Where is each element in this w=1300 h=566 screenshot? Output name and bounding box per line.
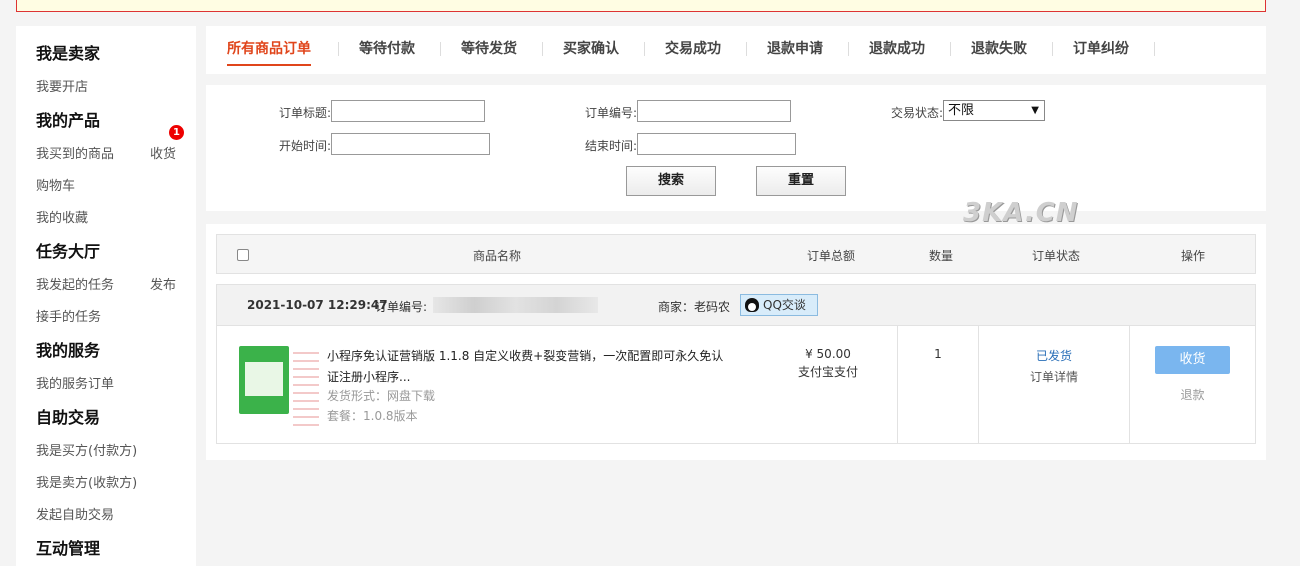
column-order-status: 订单状态 <box>1031 249 1080 263</box>
status-select-value: 不限 <box>948 103 975 118</box>
sidebar-item-receive[interactable]: 收货 <box>150 143 176 162</box>
select-all-checkbox[interactable] <box>237 249 249 261</box>
reset-button[interactable]: 重置 <box>756 166 846 196</box>
order-header: 2021-10-07 12:29:47 订单编号: 商家：老码农 QQ交谈 <box>216 284 1256 326</box>
order-no-label: 订单编号: <box>584 106 637 120</box>
sidebar-item-buyer[interactable]: 我是买方(付款方) <box>36 440 137 459</box>
product-name-link[interactable]: 小程序免认证营销版 1.1.8 自定义收费+裂变营销，一次配置即可永久免认证注册… <box>327 346 727 388</box>
column-order-total: 订单总额 <box>806 249 855 263</box>
notification-badge: 1 <box>169 125 184 140</box>
qq-penguin-icon <box>745 298 759 312</box>
sidebar-item-cart[interactable]: 购物车 <box>36 175 75 194</box>
sidebar-title-tasks: 任务大厅 <box>36 242 101 261</box>
refund-link[interactable]: 退款 <box>1155 386 1230 403</box>
order-tabs: 所有商品订单 等待付款 等待发货 买家确认 交易成功 退款申请 退款成功 退款失… <box>206 26 1266 74</box>
column-actions: 操作 <box>1180 249 1205 263</box>
tab-trade-success[interactable]: 交易成功 <box>665 38 721 64</box>
order-detail-link[interactable]: 订单详情 <box>1004 368 1104 385</box>
sidebar-item-favorites[interactable]: 我的收藏 <box>36 207 88 226</box>
sidebar-item-taken-tasks[interactable]: 接手的任务 <box>36 306 101 325</box>
order-quantity: 1 <box>934 347 942 361</box>
tab-divider <box>950 42 951 56</box>
tab-all-orders[interactable]: 所有商品订单 <box>227 38 311 66</box>
orders-panel: 商品名称 订单总额 数量 订单状态 操作 2021-10-07 12:29:47… <box>206 224 1266 460</box>
sidebar-title-interaction: 互动管理 <box>36 539 101 558</box>
sidebar-item-open-shop[interactable]: 我要开店 <box>36 76 88 95</box>
end-time-input[interactable] <box>637 133 796 155</box>
tab-divider <box>746 42 747 56</box>
sidebar-title-self-trade: 自助交易 <box>36 408 101 427</box>
column-product-name: 商品名称 <box>472 249 521 263</box>
thumbnail-phone-graphic <box>239 346 289 414</box>
package-info: 套餐：1.0.8版本 <box>327 409 418 423</box>
tab-await-payment[interactable]: 等待付款 <box>359 38 415 64</box>
table-row: 小程序免认证营销版 1.1.8 自定义收费+裂变营销，一次配置即可永久免认证注册… <box>216 326 1256 444</box>
qq-chat-button[interactable]: QQ交谈 <box>740 294 818 316</box>
qq-chat-label: QQ交谈 <box>763 298 806 312</box>
column-divider <box>1129 326 1130 443</box>
tab-refund-request[interactable]: 退款申请 <box>767 38 823 64</box>
sidebar-title-products: 我的产品 <box>36 111 101 130</box>
column-divider <box>978 326 979 443</box>
notice-bar <box>16 0 1266 12</box>
sidebar-title-seller: 我是卖家 <box>36 44 101 63</box>
order-no-redacted <box>433 297 598 313</box>
start-time-input[interactable] <box>331 133 490 155</box>
order-no-label: 订单编号: <box>375 300 428 314</box>
tab-await-shipping[interactable]: 等待发货 <box>461 38 517 64</box>
pay-method: 支付宝支付 <box>797 365 858 379</box>
sidebar-title-services: 我的服务 <box>36 341 101 360</box>
sidebar-item-my-tasks[interactable]: 我发起的任务 <box>36 274 114 293</box>
sidebar-item-seller[interactable]: 我是卖方(收款方) <box>36 472 137 491</box>
tab-refund-success[interactable]: 退款成功 <box>869 38 925 64</box>
sidebar: 我是卖家 我要开店 我的产品 我买到的商品 收货 1 购物车 我的收藏 任务大厅… <box>16 26 196 566</box>
tab-disputes[interactable]: 订单纠纷 <box>1073 38 1129 64</box>
table-header: 商品名称 订单总额 数量 订单状态 操作 <box>216 234 1256 274</box>
sidebar-item-publish[interactable]: 发布 <box>150 274 176 293</box>
column-quantity: 数量 <box>928 249 953 263</box>
sidebar-item-bought[interactable]: 我买到的商品 <box>36 143 114 162</box>
end-time-label: 结束时间: <box>584 139 637 153</box>
tab-divider <box>1052 42 1053 56</box>
tab-divider <box>440 42 441 56</box>
seller-name: 商家：老码农 <box>658 300 731 314</box>
receive-button[interactable]: 收货 <box>1155 346 1230 374</box>
sidebar-item-start-trade[interactable]: 发起自助交易 <box>36 504 114 523</box>
order-status: 已发货 <box>1035 349 1072 363</box>
search-button[interactable]: 搜索 <box>626 166 716 196</box>
tab-refund-failed[interactable]: 退款失败 <box>971 38 1027 64</box>
product-thumbnail[interactable] <box>239 346 319 426</box>
order-no-input[interactable] <box>637 100 791 122</box>
order-title-input[interactable] <box>331 100 485 122</box>
delivery-method: 发货形式：网盘下载 <box>327 389 436 403</box>
sidebar-item-service-orders[interactable]: 我的服务订单 <box>36 373 114 392</box>
start-time-label: 开始时间: <box>278 139 331 153</box>
order-title-label: 订单标题: <box>278 106 331 120</box>
status-label: 交易状态: <box>890 106 943 120</box>
tab-divider <box>848 42 849 56</box>
order-datetime: 2021-10-07 12:29:47 <box>247 298 388 312</box>
tab-divider <box>338 42 339 56</box>
chevron-down-icon: ▼ <box>1031 105 1039 116</box>
thumbnail-side-graphic <box>293 346 319 426</box>
tab-divider <box>542 42 543 56</box>
status-select[interactable]: 不限 ▼ <box>943 100 1045 121</box>
column-divider <box>897 326 898 443</box>
tab-divider <box>644 42 645 56</box>
order-amount: ¥ 50.00 <box>805 347 851 361</box>
tab-divider <box>1154 42 1155 56</box>
search-panel: 订单标题: 订单编号: 交易状态: 不限 ▼ 开始时间: 结束时间: 搜索 重置 <box>206 85 1266 211</box>
tab-buyer-confirm[interactable]: 买家确认 <box>563 38 619 64</box>
